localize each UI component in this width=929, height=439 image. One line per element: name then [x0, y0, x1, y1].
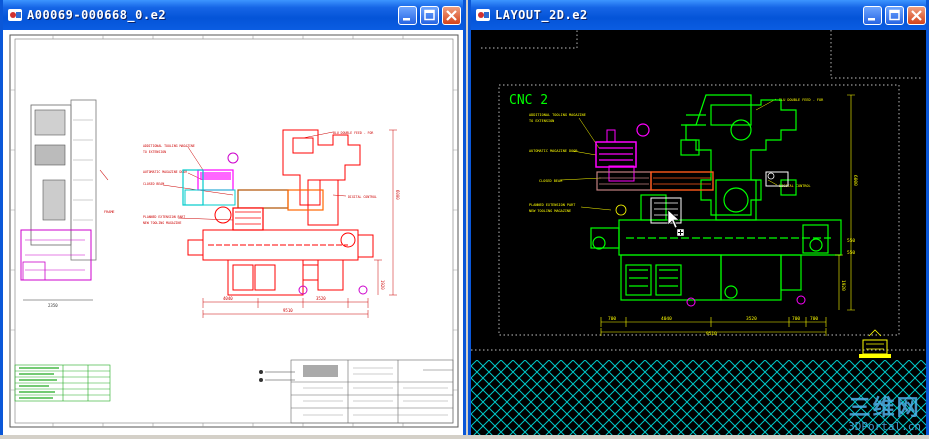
- colored-modules: [595, 123, 806, 307]
- watermark-cn: 三维网: [848, 396, 921, 421]
- svg-text:4040: 4040: [661, 316, 672, 322]
- machine-plan-view: [590, 94, 842, 301]
- svg-text:6000: 6000: [395, 190, 400, 200]
- watermark-en: 3DPortal.cn: [848, 420, 921, 433]
- minimize-icon: [403, 18, 410, 21]
- title-block: [290, 359, 454, 424]
- svg-text:TO EXTENSION: TO EXTENSION: [143, 150, 166, 154]
- left-dimensions: [202, 129, 397, 318]
- svg-text:CLOSED BEAM: CLOSED BEAM: [143, 182, 164, 186]
- small-machine-icon: [859, 329, 891, 358]
- colored-modules: [182, 169, 324, 231]
- svg-text:PLANNED EXTENSION PART: PLANNED EXTENSION PART: [143, 215, 185, 219]
- side-elevation-view: 2350 FRAME: [20, 99, 115, 308]
- svg-text:NEW TOOLING MAGAZINE: NEW TOOLING MAGAZINE: [529, 209, 571, 213]
- svg-text:NEW TOOLING MAGAZINE: NEW TOOLING MAGAZINE: [143, 221, 181, 225]
- svg-text:BLU DOUBLE FEED - FOR: BLU DOUBLE FEED - FOR: [779, 98, 824, 102]
- maximize-icon: [889, 9, 900, 21]
- right-window-titlebar[interactable]: LAYOUT_2D.e2: [471, 0, 926, 30]
- cad-viewport[interactable]: CNC 2 ADDITIONAL TOOLING MAGAZINE TO EXT…: [471, 30, 926, 435]
- svg-text:700: 700: [608, 316, 616, 322]
- watermark: 三维网 3DPortal.cn: [848, 397, 921, 433]
- left-window: A00069-000668_0.e2 2350 FRAME ADDITIONAL…: [0, 0, 466, 435]
- svg-text:TO EXTENSION: TO EXTENSION: [529, 119, 554, 123]
- svg-text:6000: 6000: [852, 175, 858, 186]
- revision-table: [14, 364, 111, 402]
- svg-text:550: 550: [847, 238, 855, 244]
- legend-block: [259, 370, 295, 382]
- svg-text:1920: 1920: [380, 280, 385, 290]
- close-button[interactable]: [907, 6, 926, 25]
- drawing-sheet[interactable]: 2350 FRAME ADDITIONAL TOOLING MAGAZINE T…: [3, 30, 463, 435]
- minimize-button[interactable]: [863, 6, 882, 25]
- close-button[interactable]: [442, 6, 461, 25]
- machine-plan-view: [187, 129, 374, 296]
- svg-text:700: 700: [810, 316, 818, 322]
- svg-text:9510: 9510: [283, 308, 293, 313]
- left-drawing-canvas[interactable]: 2350 FRAME ADDITIONAL TOOLING MAGAZINE T…: [3, 30, 463, 435]
- svg-text:AUTOMATIC MAGAZINE DOOR: AUTOMATIC MAGAZINE DOOR: [529, 149, 578, 153]
- svg-text:DIGITAL CONTROL: DIGITAL CONTROL: [348, 195, 377, 199]
- left-window-titlebar[interactable]: A00069-000668_0.e2: [3, 0, 463, 30]
- right-annotations: ADDITIONAL TOOLING MAGAZINE TO EXTENSION…: [529, 98, 824, 213]
- close-icon: [911, 10, 922, 21]
- svg-text:CLOSED BEAM: CLOSED BEAM: [539, 179, 562, 183]
- right-window-title: LAYOUT_2D.e2: [495, 8, 588, 22]
- svg-text:BLU DOUBLE FEED - FOR: BLU DOUBLE FEED - FOR: [333, 131, 373, 135]
- svg-text:9510: 9510: [706, 331, 717, 337]
- right-drawing-canvas[interactable]: CNC 2 ADDITIONAL TOOLING MAGAZINE TO EXT…: [471, 30, 926, 435]
- svg-text:ADDITIONAL TOOLING MAGAZINE: ADDITIONAL TOOLING MAGAZINE: [143, 144, 195, 148]
- app-icon[interactable]: [475, 7, 491, 23]
- svg-text:3520: 3520: [316, 296, 326, 301]
- drawing-label: CNC 2: [509, 93, 548, 108]
- svg-text:ADDITIONAL TOOLING MAGAZINE: ADDITIONAL TOOLING MAGAZINE: [529, 113, 586, 117]
- close-icon: [446, 10, 457, 21]
- left-window-title: A00069-000668_0.e2: [27, 8, 167, 22]
- svg-text:700: 700: [792, 316, 800, 322]
- maximize-button[interactable]: [420, 6, 439, 25]
- svg-text:FRAME: FRAME: [104, 210, 115, 214]
- right-window: LAYOUT_2D.e2 CNC 2 ADDITIONAL TOOLING MA…: [468, 0, 929, 435]
- svg-text:PLANNED EXTENSION PART: PLANNED EXTENSION PART: [529, 203, 576, 207]
- app-icon[interactable]: [7, 7, 23, 23]
- maximize-icon: [424, 9, 435, 21]
- svg-text:550: 550: [847, 250, 855, 256]
- maximize-button[interactable]: [885, 6, 904, 25]
- svg-text:2350: 2350: [48, 303, 58, 308]
- svg-text:1920: 1920: [840, 280, 846, 291]
- minimize-button[interactable]: [398, 6, 417, 25]
- minimize-icon: [868, 18, 875, 21]
- svg-text:4040: 4040: [223, 296, 233, 301]
- svg-text:3520: 3520: [746, 316, 757, 322]
- svg-text:AUTOMATIC MAGAZINE DOOR: AUTOMATIC MAGAZINE DOOR: [143, 170, 187, 174]
